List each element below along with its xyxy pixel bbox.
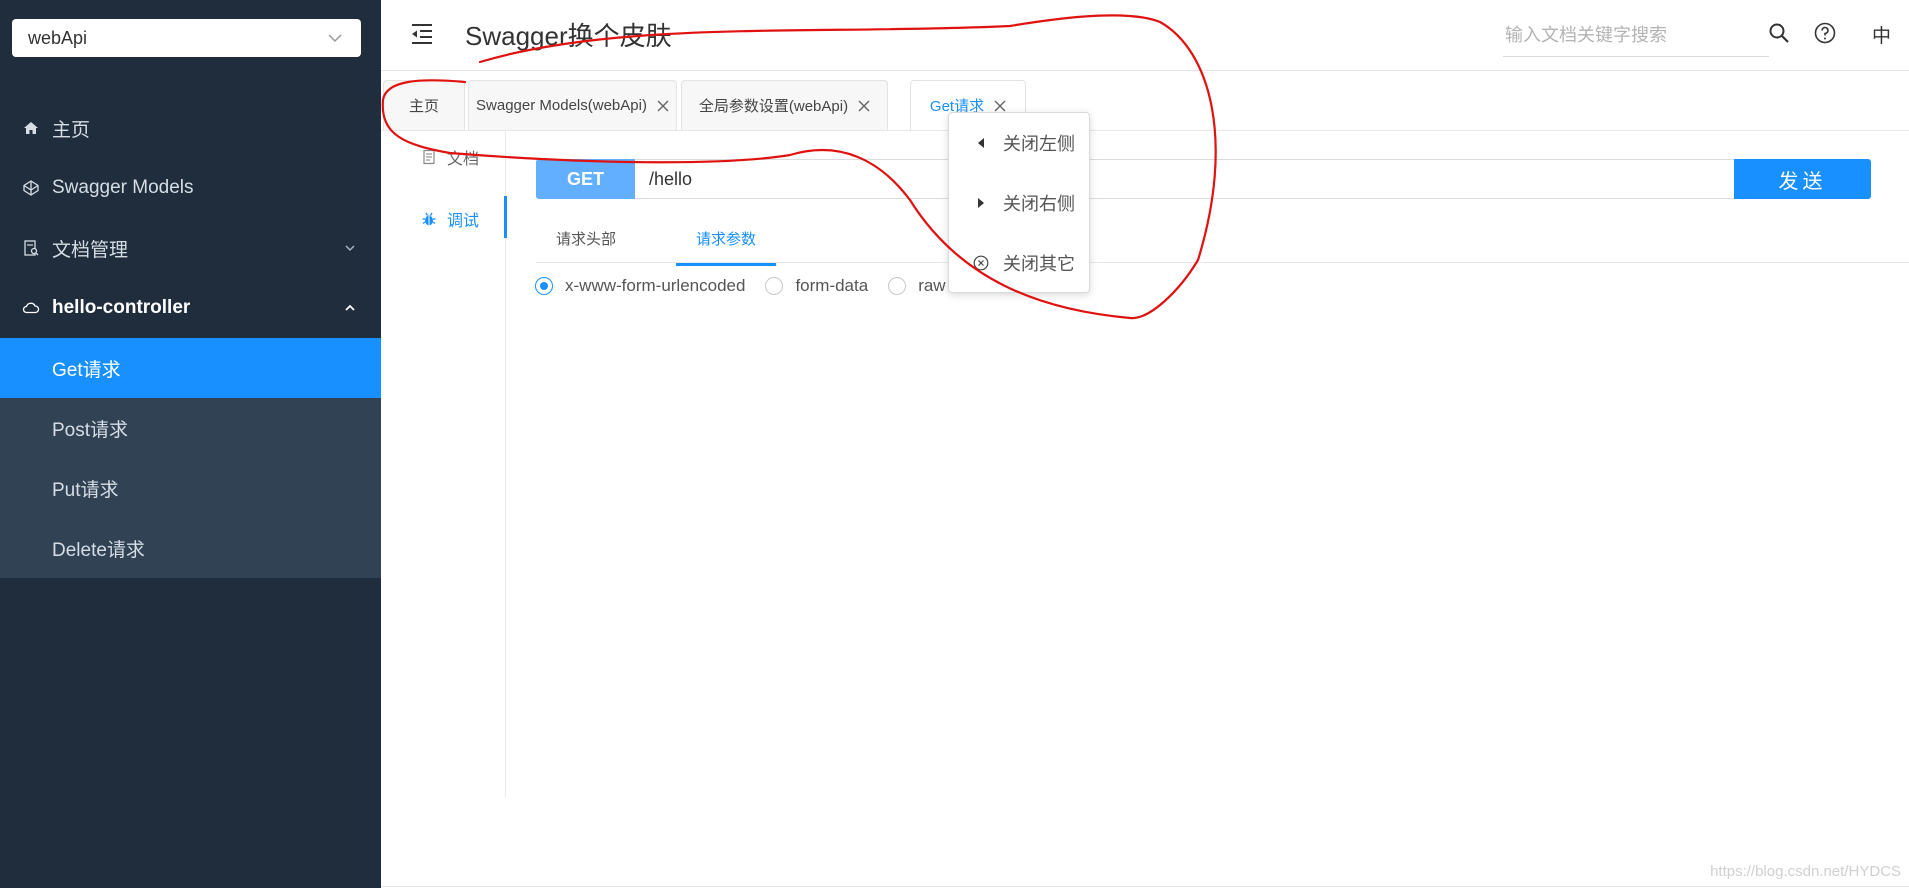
chevron-down-icon bbox=[328, 34, 342, 43]
radio-form-data[interactable]: form-data bbox=[765, 276, 868, 296]
tab-request-params[interactable]: 请求参数 bbox=[676, 228, 777, 266]
active-indicator bbox=[504, 196, 507, 238]
sidebar-item-hello-controller[interactable]: hello-controller bbox=[0, 278, 381, 338]
sidebar-item-swagger-models[interactable]: Swagger Models bbox=[0, 158, 381, 218]
close-right-item[interactable]: 关闭右侧 bbox=[949, 173, 1089, 233]
close-left-item[interactable]: 关闭左侧 bbox=[949, 113, 1089, 173]
radio-dot bbox=[535, 277, 553, 295]
tab-context-menu: 关闭左侧 关闭右侧 关闭其它 bbox=[948, 112, 1090, 293]
subnav-debug[interactable]: 调试 bbox=[421, 207, 479, 231]
context-menu-label: 关闭左侧 bbox=[1003, 134, 1075, 154]
radio-raw[interactable]: raw bbox=[888, 276, 946, 296]
tab-label: 主页 bbox=[408, 98, 439, 115]
sidebar-item-label: 主页 bbox=[52, 119, 91, 141]
project-select[interactable]: webApi bbox=[12, 19, 361, 57]
context-menu-label: 关闭其它 bbox=[1003, 254, 1075, 274]
tab-request-headers[interactable]: 请求头部 bbox=[556, 228, 616, 263]
search-icon[interactable] bbox=[1767, 21, 1791, 45]
close-others-item[interactable]: 关闭其它 bbox=[949, 233, 1089, 293]
radio-label: form-data bbox=[795, 276, 869, 295]
sidebar-item-home[interactable]: 主页 bbox=[0, 98, 381, 158]
chevron-up-icon bbox=[345, 304, 355, 311]
body-type-group: x-www-form-urlencoded form-data raw bbox=[535, 276, 966, 296]
page-title: Swagger换个皮肤 bbox=[465, 21, 672, 51]
sidebar-item-get-request[interactable]: Get请求 bbox=[0, 338, 381, 398]
sidebar-submenu: Get请求 Post请求 Put请求 Delete请求 bbox=[0, 338, 381, 578]
radio-urlencoded[interactable]: x-www-form-urlencoded bbox=[535, 276, 745, 296]
send-button[interactable]: 发送 bbox=[1734, 159, 1871, 199]
sidebar-item-post-request[interactable]: Post请求 bbox=[0, 398, 381, 458]
file-text-icon bbox=[421, 149, 437, 165]
cloud-icon bbox=[22, 299, 40, 317]
api-subnav: 文档 调试 bbox=[381, 131, 507, 797]
close-icon[interactable] bbox=[994, 100, 1006, 112]
caret-left-icon bbox=[973, 135, 989, 151]
tab-swagger-models[interactable]: Swagger Models(webApi) bbox=[468, 80, 677, 130]
request-subtabs: 请求头部 请求参数 bbox=[536, 222, 1909, 266]
tab-global-params[interactable]: 全局参数设置(webApi) bbox=[681, 80, 888, 130]
method-badge[interactable]: GET bbox=[536, 159, 635, 199]
tab-bar: 主页 Swagger Models(webApi) 全局参数设置(webApi)… bbox=[381, 80, 1909, 131]
sidebar-item-label: Swagger Models bbox=[52, 177, 194, 198]
close-icon[interactable] bbox=[858, 100, 870, 112]
radio-label: x-www-form-urlencoded bbox=[565, 276, 746, 295]
language-switch[interactable]: 中 bbox=[1872, 21, 1891, 48]
close-circle-icon bbox=[973, 255, 989, 271]
project-select-value: webApi bbox=[28, 27, 88, 48]
sidebar-item-label: Put请求 bbox=[52, 479, 119, 501]
header: Swagger换个皮肤 中 bbox=[381, 0, 1909, 71]
sidebar-item-label: 文档管理 bbox=[52, 239, 129, 261]
chevron-down-icon bbox=[345, 245, 355, 252]
sidebar-item-delete-request[interactable]: Delete请求 bbox=[0, 518, 381, 578]
sidebar-item-label: Delete请求 bbox=[52, 539, 145, 561]
menu-fold-icon[interactable] bbox=[409, 21, 435, 47]
sidebar-item-label: hello-controller bbox=[52, 297, 191, 318]
home-icon bbox=[22, 119, 40, 137]
search-input[interactable] bbox=[1503, 14, 1769, 57]
subnav-label: 文档 bbox=[447, 151, 480, 168]
tab-home[interactable]: 主页 bbox=[383, 80, 465, 130]
subnav-label: 调试 bbox=[447, 213, 480, 230]
sidebar-item-label: Post请求 bbox=[52, 419, 129, 441]
sidebar: webApi 主页 Swagger Models 文档管理 hello-cont… bbox=[0, 0, 381, 888]
close-icon[interactable] bbox=[657, 100, 669, 112]
radio-dot bbox=[765, 277, 784, 295]
request-bar: GET 发送 bbox=[536, 159, 1871, 199]
codepen-icon bbox=[22, 179, 40, 197]
caret-right-icon bbox=[973, 195, 989, 211]
file-search-icon bbox=[22, 239, 40, 257]
radio-label: raw bbox=[918, 276, 946, 295]
context-menu-label: 关闭右侧 bbox=[1003, 194, 1075, 214]
subnav-doc[interactable]: 文档 bbox=[421, 145, 479, 169]
sidebar-item-label: Get请求 bbox=[52, 359, 121, 381]
tab-label: Swagger Models(webApi) bbox=[476, 97, 647, 114]
radio-dot bbox=[888, 277, 907, 295]
bug-icon bbox=[421, 211, 437, 227]
content-bottom-border bbox=[381, 886, 1909, 887]
watermark: https://blog.csdn.net/HYDCS bbox=[1710, 863, 1901, 880]
sidebar-item-doc-management[interactable]: 文档管理 bbox=[0, 218, 381, 278]
tab-label: 全局参数设置(webApi) bbox=[698, 98, 849, 115]
url-input[interactable] bbox=[635, 159, 1736, 199]
sidebar-menu: 主页 Swagger Models 文档管理 hello-controller … bbox=[0, 98, 381, 578]
help-icon[interactable] bbox=[1813, 21, 1837, 45]
sidebar-item-put-request[interactable]: Put请求 bbox=[0, 458, 381, 518]
